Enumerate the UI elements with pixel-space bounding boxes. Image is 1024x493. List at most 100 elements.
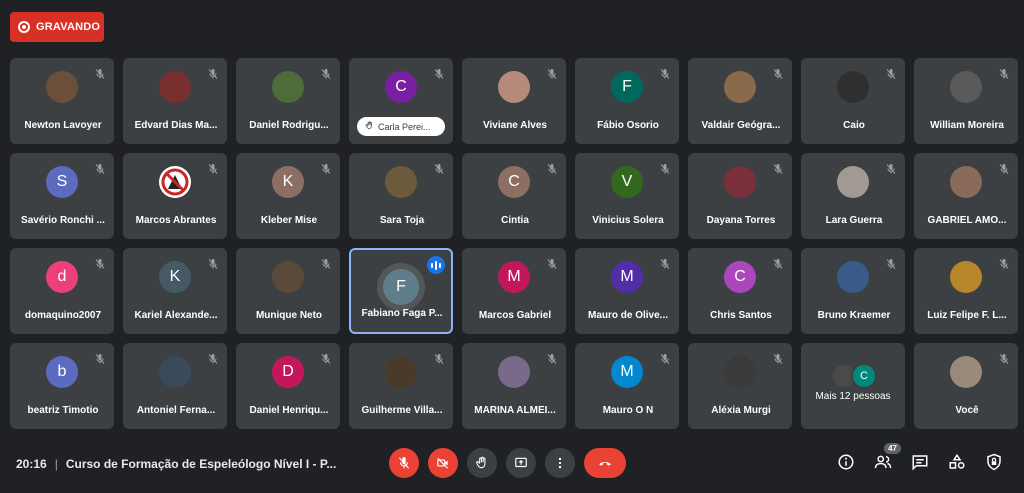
mic-off-icon: [94, 352, 106, 364]
participant-tile[interactable]: Edvard Dias Ma...: [123, 58, 227, 144]
leave-call-button[interactable]: [584, 448, 626, 478]
participant-tile[interactable]: Antoniel Ferna...: [123, 343, 227, 429]
participant-name: GABRIEL AMO...: [927, 215, 1007, 226]
present-icon: [515, 457, 527, 468]
microphone-toggle-button[interactable]: [389, 448, 419, 478]
mic-off-icon: [659, 162, 671, 174]
mic-off-icon: [546, 67, 558, 79]
participant-tile[interactable]: D Daniel Henriqu...: [236, 343, 340, 429]
stacked-avatars: C: [831, 363, 877, 389]
avatar: F: [611, 71, 643, 103]
meeting-info: 20:16 | Curso de Formação de Espeleólogo…: [16, 457, 336, 471]
mic-off-icon: [207, 352, 219, 364]
hand-icon: [365, 121, 374, 132]
participant-tile[interactable]: GABRIEL AMO...: [914, 153, 1018, 239]
avatar: [724, 166, 756, 198]
participant-tile[interactable]: William Moreira: [914, 58, 1018, 144]
mic-off-icon: [546, 352, 558, 364]
participant-tile[interactable]: F Fabiano Faga P...: [349, 248, 453, 334]
mic-off-icon: [320, 352, 332, 364]
avatar: d: [46, 261, 78, 293]
participant-tile[interactable]: K Kleber Mise: [236, 153, 340, 239]
participant-tile[interactable]: M Mauro de Olive...: [575, 248, 679, 334]
host-controls-button[interactable]: [984, 452, 1004, 472]
participant-tile[interactable]: M Mauro O N: [575, 343, 679, 429]
mic-off-icon: [94, 162, 106, 174]
participant-name: Valdair Geógra...: [701, 120, 781, 131]
raise-hand-button[interactable]: [467, 448, 497, 478]
participant-name: Mauro O N: [602, 405, 654, 416]
avatar: [724, 356, 756, 388]
participant-tile[interactable]: Marcos Abrantes: [123, 153, 227, 239]
participant-tile[interactable]: V Vinicius Solera: [575, 153, 679, 239]
mic-off-icon: [998, 257, 1010, 269]
avatar: [837, 71, 869, 103]
record-icon: [18, 21, 30, 33]
meeting-details-button[interactable]: [836, 452, 856, 472]
avatar: K: [272, 166, 304, 198]
avatar: V: [611, 166, 643, 198]
mic-off-icon: [320, 257, 332, 269]
avatar: [159, 71, 191, 103]
more-participants-label: Mais 12 pessoas: [815, 391, 891, 402]
participant-tile[interactable]: M Marcos Gabriel: [462, 248, 566, 334]
participant-tile[interactable]: b beatriz Timotio: [10, 343, 114, 429]
participant-tile[interactable]: Viviane Alves: [462, 58, 566, 144]
participant-tile[interactable]: Munique Neto: [236, 248, 340, 334]
participant-tile[interactable]: K Kariel Alexande...: [123, 248, 227, 334]
participant-name: beatriz Timotio: [27, 405, 99, 416]
call-controls: [389, 448, 626, 478]
avatar: M: [611, 356, 643, 388]
avatar: C: [724, 261, 756, 293]
avatar: C: [385, 71, 417, 103]
avatar: [950, 71, 982, 103]
participant-tile[interactable]: Valdair Geógra...: [688, 58, 792, 144]
avatar: F: [383, 269, 419, 305]
side-panel-controls: 47: [836, 443, 1004, 472]
participant-tile[interactable]: Bruno Kraemer: [801, 248, 905, 334]
more-options-button[interactable]: [545, 448, 575, 478]
participant-name: Chris Santos: [710, 310, 772, 321]
participant-name: Newton Lavoyer: [24, 120, 102, 131]
mic-off-icon: [320, 162, 332, 174]
mic-off-icon: [998, 67, 1010, 79]
participant-name: Aléxia Murgi: [711, 405, 771, 416]
people-button[interactable]: 47: [873, 443, 901, 472]
activities-button[interactable]: [947, 452, 967, 472]
chat-button[interactable]: [910, 452, 930, 472]
participant-tile[interactable]: C Carla Perei...: [349, 58, 453, 144]
present-screen-button[interactable]: [506, 448, 536, 478]
participant-tile[interactable]: Lara Guerra: [801, 153, 905, 239]
recording-indicator[interactable]: GRAVANDO: [10, 12, 104, 42]
participant-tile[interactable]: C Cintia: [462, 153, 566, 239]
participant-tile[interactable]: Newton Lavoyer: [10, 58, 114, 144]
participant-tile[interactable]: C Chris Santos: [688, 248, 792, 334]
mic-off-icon: [207, 67, 219, 79]
participant-name: Daniel Rodrigu...: [249, 120, 329, 131]
participant-tile[interactable]: Guilherme Villa...: [349, 343, 453, 429]
participant-tile[interactable]: Você: [914, 343, 1018, 429]
people-count-badge: 47: [884, 443, 901, 454]
avatar: [950, 356, 982, 388]
clock-time: 20:16: [16, 457, 47, 471]
camera-toggle-button[interactable]: [428, 448, 458, 478]
participant-tile[interactable]: Dayana Torres: [688, 153, 792, 239]
mic-off-icon: [659, 257, 671, 269]
more-vert-icon: [558, 457, 562, 469]
mic-off-icon: [659, 67, 671, 79]
participant-tile[interactable]: Aléxia Murgi: [688, 343, 792, 429]
participant-tile[interactable]: S Savério Ronchi ...: [10, 153, 114, 239]
participant-tile[interactable]: d domaquino2007: [10, 248, 114, 334]
participant-tile[interactable]: MARINA ALMEI...: [462, 343, 566, 429]
participant-tile[interactable]: Daniel Rodrigu...: [236, 58, 340, 144]
participant-name: Guilherme Villa...: [361, 405, 443, 416]
more-participants-tile[interactable]: C Mais 12 pessoas: [801, 343, 905, 429]
participant-tile[interactable]: Sara Toja: [349, 153, 453, 239]
participant-name: Carla Perei...: [378, 121, 431, 132]
avatar: [724, 71, 756, 103]
participant-tile[interactable]: Luiz Felipe F. L...: [914, 248, 1018, 334]
participant-name: Daniel Henriqu...: [249, 405, 329, 416]
participant-tile[interactable]: F Fábio Osorio: [575, 58, 679, 144]
activities-icon: [949, 453, 965, 469]
participant-tile[interactable]: Caio: [801, 58, 905, 144]
